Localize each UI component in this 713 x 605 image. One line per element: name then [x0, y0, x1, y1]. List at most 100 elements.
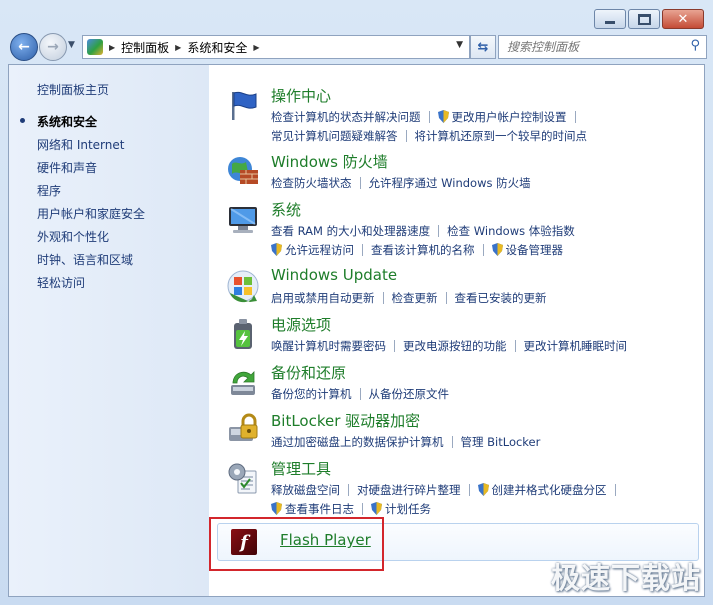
separator: [362, 503, 363, 515]
control-panel-icon: [87, 39, 103, 55]
sidebar-item-appearance[interactable]: 外观和个性化: [37, 228, 109, 245]
category-links: 释放磁盘空间 对硬盘进行碎片整理 创建并格式化硬盘分区 查看事件日志 计划任务: [271, 481, 701, 519]
battery-icon: [225, 316, 261, 352]
task-link[interactable]: 查看已安装的更新: [455, 291, 547, 305]
chevron-right-icon[interactable]: ▶: [175, 43, 181, 52]
chevron-down-icon[interactable]: ▼: [456, 40, 463, 50]
separator: [482, 244, 484, 256]
refresh-button[interactable]: ⇆: [470, 35, 496, 59]
category-title[interactable]: 管理工具: [271, 458, 331, 479]
chevron-right-icon[interactable]: ▶: [253, 43, 259, 52]
address-bar[interactable]: ▶ 控制面板 ▶ 系统和安全 ▶ ▼: [82, 35, 470, 59]
separator: [445, 292, 447, 304]
separator: [428, 111, 430, 123]
separator: [574, 111, 576, 123]
control-panel-window: ✕ ← → ▼ ▶ 控制面板 ▶ 系统和安全 ▶ ▼ ⇆ ⚲ 控制面板主页 系统…: [0, 0, 713, 605]
task-link[interactable]: 从备份还原文件: [369, 387, 450, 401]
category-title[interactable]: Windows Update: [271, 266, 397, 284]
arrow-left-icon: ←: [18, 39, 30, 55]
task-link[interactable]: 检查计算机的状态并解决问题: [271, 110, 421, 124]
sidebar-item-programs[interactable]: 程序: [37, 182, 61, 199]
breadcrumb-system-security[interactable]: 系统和安全: [187, 39, 247, 56]
flag-icon: [225, 87, 261, 123]
task-link[interactable]: 通过加密磁盘上的数据保护计算机: [271, 435, 444, 449]
task-link[interactable]: 更改用户帐户控制设置: [452, 110, 567, 124]
uac-shield-icon: [491, 243, 503, 256]
highlight-box: [209, 517, 384, 571]
close-icon: ✕: [677, 11, 689, 27]
task-link[interactable]: 检查防火墙状态: [271, 176, 352, 190]
category-links: 备份您的计算机 从备份还原文件: [271, 385, 701, 404]
category-title[interactable]: BitLocker 驱动器加密: [271, 410, 420, 431]
close-button[interactable]: ✕: [662, 9, 704, 29]
separator: [405, 130, 407, 142]
category-title[interactable]: 操作中心: [271, 85, 331, 106]
task-link[interactable]: 管理 BitLocker: [461, 435, 541, 449]
breadcrumb-control-panel[interactable]: 控制面板: [121, 39, 169, 56]
search-box[interactable]: ⚲: [498, 35, 707, 59]
navigation-bar: ← → ▼ ▶ 控制面板 ▶ 系统和安全 ▶ ▼ ⇆ ⚲: [8, 32, 707, 61]
separator: [468, 484, 470, 496]
sidebar-item-home[interactable]: 控制面板主页: [37, 81, 109, 98]
task-link[interactable]: 常见计算机问题疑难解答: [271, 129, 398, 143]
separator: [394, 340, 395, 352]
back-button[interactable]: ←: [10, 33, 38, 61]
separator: [614, 484, 616, 496]
category-title[interactable]: 电源选项: [271, 314, 331, 335]
task-link[interactable]: 计划任务: [385, 502, 431, 516]
task-link[interactable]: 检查 Windows 体验指数: [447, 224, 575, 238]
separator: [362, 244, 363, 256]
maximize-button[interactable]: [628, 9, 660, 29]
task-link[interactable]: 查看事件日志: [285, 502, 354, 516]
task-link[interactable]: 释放磁盘空间: [271, 483, 340, 497]
task-link[interactable]: 创建并格式化硬盘分区: [492, 483, 607, 497]
task-link[interactable]: 检查更新: [392, 291, 438, 305]
task-link[interactable]: 对硬盘进行碎片整理: [357, 483, 461, 497]
recent-pages-dropdown[interactable]: ▼: [68, 40, 75, 50]
minimize-button[interactable]: [594, 9, 626, 29]
firewall-icon: [225, 153, 261, 189]
sidebar-item-ease-of-access[interactable]: 轻松访问: [37, 274, 85, 291]
forward-button[interactable]: →: [39, 33, 67, 61]
separator: [382, 292, 384, 304]
arrow-right-icon: →: [47, 39, 59, 55]
uac-shield-icon: [437, 110, 449, 123]
task-link[interactable]: 查看 RAM 的大小和处理器速度: [271, 224, 430, 238]
separator: [359, 177, 361, 189]
category-title[interactable]: 备份和还原: [271, 362, 346, 383]
windows-update-icon: [225, 268, 261, 304]
uac-shield-icon: [371, 502, 382, 515]
sidebar-item-system-security: 系统和安全: [37, 115, 98, 129]
category-links: 通过加密磁盘上的数据保护计算机 管理 BitLocker: [271, 433, 701, 452]
content-pane: 控制面板主页 系统和安全 网络和 Internet 硬件和声音 程序 用户帐户和…: [8, 64, 705, 597]
search-input[interactable]: [505, 39, 679, 55]
minimize-icon: [605, 20, 615, 24]
category-links: 启用或禁用自动更新 检查更新 查看已安装的更新: [271, 289, 701, 308]
uac-shield-icon: [271, 243, 282, 256]
separator: [438, 225, 440, 237]
task-link[interactable]: 更改计算机睡眠时间: [524, 339, 628, 353]
task-link[interactable]: 允许远程访问: [285, 243, 354, 257]
task-link[interactable]: 设备管理器: [506, 243, 564, 257]
task-link[interactable]: 查看该计算机的名称: [371, 243, 475, 257]
watermark: 极速下载站: [550, 561, 701, 595]
category-title[interactable]: Windows 防火墙: [271, 151, 388, 172]
sidebar-item-network[interactable]: 网络和 Internet: [37, 136, 124, 153]
task-link[interactable]: 启用或禁用自动更新: [271, 291, 375, 305]
sidebar-item-clock-language[interactable]: 时钟、语言和区域: [37, 251, 133, 268]
task-link[interactable]: 更改电源按钮的功能: [403, 339, 507, 353]
bitlocker-icon: [225, 412, 261, 448]
category-title[interactable]: 系统: [271, 199, 301, 220]
task-link[interactable]: 允许程序通过 Windows 防火墙: [369, 176, 531, 190]
sidebar: 控制面板主页 系统和安全 网络和 Internet 硬件和声音 程序 用户帐户和…: [9, 65, 209, 596]
sidebar-item-user-accounts[interactable]: 用户帐户和家庭安全: [37, 205, 145, 222]
sidebar-item-hardware[interactable]: 硬件和声音: [37, 159, 97, 176]
task-link[interactable]: 唤醒计算机时需要密码: [271, 339, 386, 353]
category-links: 唤醒计算机时需要密码 更改电源按钮的功能 更改计算机睡眠时间: [271, 337, 701, 356]
chevron-right-icon[interactable]: ▶: [109, 43, 115, 52]
admin-tools-icon: [225, 460, 261, 496]
task-link[interactable]: 将计算机还原到一个较早的时间点: [415, 129, 588, 143]
task-link[interactable]: 备份您的计算机: [271, 387, 352, 401]
separator: [514, 340, 516, 352]
search-icon[interactable]: ⚲: [690, 38, 700, 53]
